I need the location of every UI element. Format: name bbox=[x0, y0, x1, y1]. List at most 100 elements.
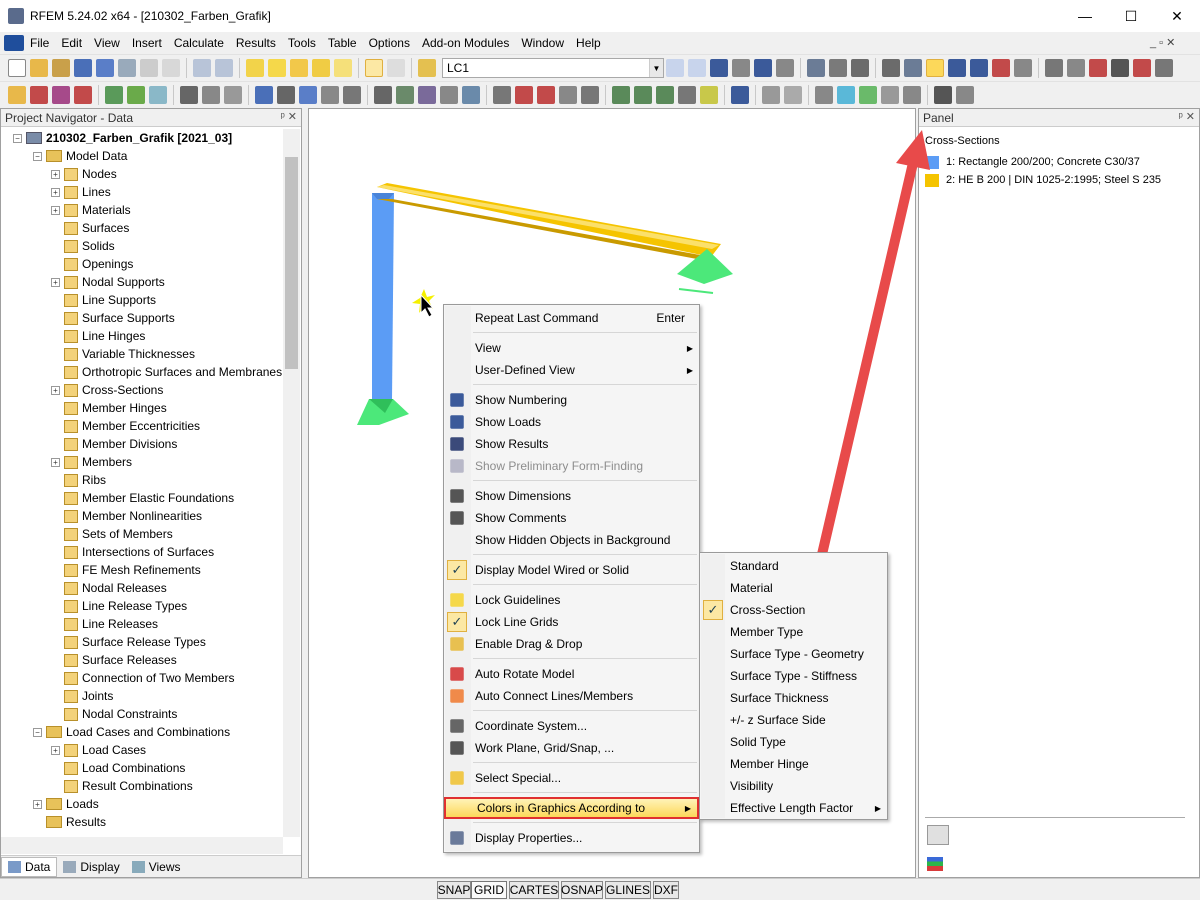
visibility-icon[interactable] bbox=[762, 86, 780, 104]
axis-y-icon[interactable] bbox=[634, 86, 652, 104]
menu-item-display-properties[interactable]: Display Properties... bbox=[444, 827, 699, 849]
panel-settings-icon[interactable] bbox=[927, 825, 949, 845]
menu-item-coordinate-system[interactable]: Coordinate System... bbox=[444, 715, 699, 737]
load-case-select[interactable]: LC1 ▼ bbox=[442, 58, 664, 78]
table-toggle-icon[interactable] bbox=[387, 59, 405, 77]
copy-icon[interactable] bbox=[396, 86, 414, 104]
tree-item[interactable]: Results bbox=[33, 813, 106, 831]
search-icon[interactable] bbox=[268, 59, 286, 77]
display-icon[interactable] bbox=[934, 86, 952, 104]
tree-item[interactable]: Line Supports bbox=[51, 291, 156, 309]
select-icon[interactable] bbox=[1045, 59, 1063, 77]
tree-item[interactable]: Nodal Releases bbox=[51, 579, 167, 597]
menu-results[interactable]: Results bbox=[230, 32, 282, 54]
show-loads-icon[interactable] bbox=[710, 59, 728, 77]
expand-toggle-icon[interactable]: + bbox=[51, 457, 60, 467]
menu-item-view[interactable]: View ▶ bbox=[444, 337, 699, 359]
expand-toggle-icon[interactable]: + bbox=[51, 187, 60, 197]
menu-file[interactable]: File bbox=[24, 32, 55, 54]
show-results-icon[interactable] bbox=[754, 59, 772, 77]
delete-unused-icon[interactable] bbox=[537, 86, 555, 104]
menu-item-lock-line-grids[interactable]: ✓ Lock Line Grids bbox=[444, 611, 699, 633]
view-section-icon[interactable] bbox=[1014, 59, 1032, 77]
tree-item[interactable]: − Model Data bbox=[33, 147, 127, 165]
member-results-icon[interactable] bbox=[829, 59, 847, 77]
menu-tools[interactable]: Tools bbox=[282, 32, 322, 54]
arc-icon[interactable] bbox=[52, 86, 70, 104]
dxf-button[interactable]: DXF bbox=[653, 881, 679, 899]
tree-item[interactable]: + Cross-Sections bbox=[51, 381, 163, 399]
support-icon[interactable] bbox=[105, 86, 123, 104]
menu-item-display-model-wired-or-solid[interactable]: ✓ Display Model Wired or Solid bbox=[444, 559, 699, 581]
view-grid-icon[interactable] bbox=[904, 59, 922, 77]
menu-item-auto-rotate-model[interactable]: Auto Rotate Model bbox=[444, 663, 699, 685]
measure-icon[interactable] bbox=[493, 86, 511, 104]
expand-toggle-icon[interactable]: + bbox=[51, 277, 60, 287]
menu-item-show-numbering[interactable]: Show Numbering bbox=[444, 389, 699, 411]
menu-options[interactable]: Options bbox=[363, 32, 416, 54]
move-icon[interactable] bbox=[374, 86, 392, 104]
tree-item[interactable]: Load Combinations bbox=[51, 759, 185, 777]
cartes-button[interactable]: CARTES bbox=[509, 881, 559, 899]
expand-toggle-icon[interactable]: − bbox=[13, 133, 22, 143]
print-icon[interactable] bbox=[118, 59, 136, 77]
calculate-icon[interactable] bbox=[290, 59, 308, 77]
menu-item-show-hidden-objects-in-background[interactable]: Show Hidden Objects in Background bbox=[444, 529, 699, 551]
column-member[interactable] bbox=[372, 193, 394, 401]
expand-toggle-icon[interactable]: + bbox=[51, 205, 60, 215]
open-icon[interactable] bbox=[30, 59, 48, 77]
tree-item[interactable]: Line Hinges bbox=[51, 327, 145, 345]
tree-item[interactable]: Member Divisions bbox=[51, 435, 177, 453]
axis-z-icon[interactable] bbox=[656, 86, 674, 104]
surface-support-icon[interactable] bbox=[149, 86, 167, 104]
snap-button[interactable]: SNAP bbox=[437, 881, 471, 899]
print-report-icon[interactable] bbox=[162, 59, 180, 77]
menu-item-show-results[interactable]: Show Results bbox=[444, 433, 699, 455]
tree-item[interactable]: Line Release Types bbox=[51, 597, 187, 615]
wireframe-icon[interactable] bbox=[881, 86, 899, 104]
tab-data[interactable]: Data bbox=[1, 856, 58, 877]
menu-calculate[interactable]: Calculate bbox=[168, 32, 230, 54]
solid-icon[interactable] bbox=[299, 86, 317, 104]
tree-item[interactable]: + Load Cases bbox=[51, 741, 146, 759]
edit-icon[interactable] bbox=[246, 59, 264, 77]
navigator-toggle-icon[interactable] bbox=[365, 59, 383, 77]
menu-window[interactable]: Window bbox=[515, 32, 570, 54]
line-support-icon[interactable] bbox=[127, 86, 145, 104]
delete-icon[interactable] bbox=[1133, 59, 1151, 77]
color-scale-icon[interactable] bbox=[927, 857, 943, 871]
guideline-icon[interactable] bbox=[700, 86, 718, 104]
surface-icon[interactable] bbox=[277, 86, 295, 104]
menu-view[interactable]: View bbox=[88, 32, 126, 54]
menu-item-lock-guidelines[interactable]: Lock Guidelines bbox=[444, 589, 699, 611]
tree-item[interactable]: + Nodes bbox=[51, 165, 117, 183]
pane-controls[interactable]: ᵖ ✕ bbox=[281, 110, 297, 123]
expand-toggle-icon[interactable]: − bbox=[33, 727, 42, 737]
submenu-item-effective-length-factor[interactable]: Effective Length Factor ▶ bbox=[700, 797, 887, 819]
view-y-icon[interactable] bbox=[970, 59, 988, 77]
menu-item-user-defined-view[interactable]: User-Defined View ▶ bbox=[444, 359, 699, 381]
member-load-icon[interactable] bbox=[202, 86, 220, 104]
scrollbar-thumb[interactable] bbox=[285, 157, 298, 369]
submenu-item-visibility[interactable]: Visibility bbox=[700, 775, 887, 797]
navigator-vertical-scrollbar[interactable] bbox=[283, 129, 300, 837]
view-model-icon[interactable] bbox=[926, 59, 944, 77]
submenu-item-material[interactable]: Material bbox=[700, 577, 887, 599]
tree-item[interactable]: FE Mesh Refinements bbox=[51, 561, 201, 579]
submenu-item-member-type[interactable]: Member Type bbox=[700, 621, 887, 643]
report-icon[interactable] bbox=[334, 59, 352, 77]
cut-icon[interactable] bbox=[1067, 59, 1085, 77]
deformation-icon[interactable] bbox=[807, 59, 825, 77]
tree-item[interactable]: Intersections of Surfaces bbox=[51, 543, 214, 561]
navigator-horizontal-scrollbar[interactable] bbox=[1, 837, 283, 854]
member-icon[interactable] bbox=[255, 86, 273, 104]
surface-results-icon[interactable] bbox=[851, 59, 869, 77]
tree-item[interactable]: Sets of Members bbox=[51, 525, 173, 543]
next-load-case-icon[interactable] bbox=[688, 59, 706, 77]
osnap-button[interactable]: OSNAP bbox=[561, 881, 603, 899]
tab-display[interactable]: Display bbox=[57, 857, 125, 877]
tree-item[interactable]: + Loads bbox=[33, 795, 99, 813]
tree-item[interactable]: Joints bbox=[51, 687, 113, 705]
result-values-icon[interactable] bbox=[776, 59, 794, 77]
axis-x-icon[interactable] bbox=[612, 86, 630, 104]
